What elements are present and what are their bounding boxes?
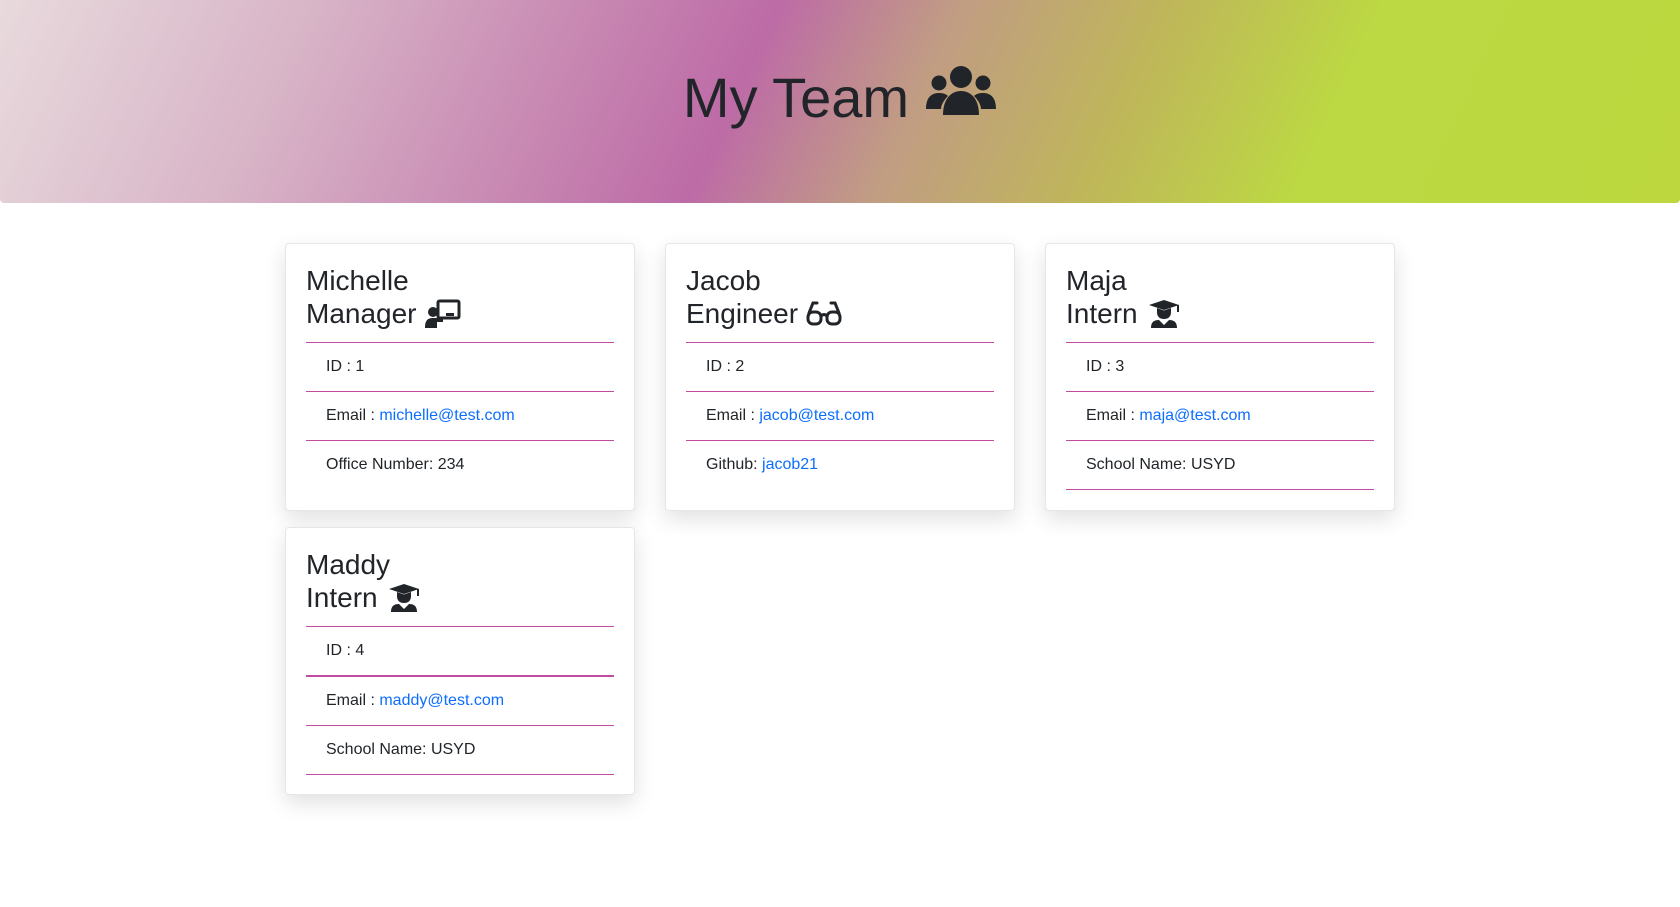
employee-card: Maddy Intern ID : 4 Email : maddy@test.c… <box>285 527 635 795</box>
role-label: Intern <box>1066 298 1138 329</box>
id-label: ID : <box>326 358 356 375</box>
employee-role: Manager <box>306 297 614 330</box>
page-header: My Team <box>0 0 1680 203</box>
graduate-icon <box>1146 299 1182 329</box>
employee-name: Jacob <box>686 265 761 296</box>
school-label: School Name: <box>326 741 431 758</box>
chalkboard-teacher-icon <box>424 299 461 329</box>
page-title-text: My Team <box>682 66 910 129</box>
employee-name: Michelle <box>306 265 409 296</box>
users-icon <box>925 63 997 132</box>
role-label: Intern <box>306 582 378 613</box>
id-value: 2 <box>735 358 745 375</box>
id-value: 3 <box>1115 358 1125 375</box>
employee-card: Maja Intern ID : 3 Email : maja@test.com <box>1045 243 1395 511</box>
employee-role: Intern <box>306 581 614 614</box>
school-label: School Name: <box>1086 456 1191 473</box>
school-value: USYD <box>430 741 476 758</box>
id-label: ID : <box>706 358 736 375</box>
employee-card: Michelle Manager ID : 1 Email : michelle… <box>285 243 635 511</box>
glasses-icon <box>806 299 842 329</box>
email-row: Email : jacob@test.com <box>686 392 994 441</box>
card-title: Maja Intern <box>1066 264 1374 343</box>
id-row: ID : 3 <box>1066 343 1374 392</box>
email-row: Email : maddy@test.com <box>306 677 614 726</box>
school-value: USYD <box>1190 456 1236 473</box>
employee-name: Maddy <box>306 549 391 580</box>
email-row: Email : michelle@test.com <box>306 392 614 441</box>
email-label: Email : <box>326 407 380 424</box>
role-label: Manager <box>306 298 417 329</box>
role-label: Engineer <box>686 298 799 329</box>
id-row: ID : 2 <box>686 343 994 392</box>
page-title: My Team <box>683 63 997 132</box>
card-title: Michelle Manager <box>306 264 614 343</box>
email-link[interactable]: maddy@test.com <box>379 692 504 709</box>
email-link[interactable]: jacob@test.com <box>759 407 874 424</box>
github-row: Github: jacob21 <box>686 441 994 489</box>
employee-name: Maja <box>1066 265 1127 296</box>
id-row: ID : 1 <box>306 343 614 392</box>
email-label: Email : <box>326 692 380 709</box>
id-label: ID : <box>326 642 356 659</box>
office-number-value: 234 <box>437 456 465 473</box>
email-link[interactable]: maja@test.com <box>1139 407 1250 424</box>
id-row: ID : 4 <box>306 627 614 677</box>
email-label: Email : <box>1086 407 1140 424</box>
email-label: Email : <box>706 407 760 424</box>
school-row: School Name: USYD <box>1066 441 1374 490</box>
employee-role: Engineer <box>686 297 994 330</box>
github-label: Github: <box>706 456 763 473</box>
office-number-label: Office Number: <box>326 456 438 473</box>
github-link[interactable]: jacob21 <box>762 456 818 473</box>
id-value: 4 <box>355 642 365 659</box>
graduate-icon <box>386 583 422 613</box>
employee-card: Jacob Engineer ID : 2 Email : jacob@test… <box>665 243 1015 511</box>
id-label: ID : <box>1086 358 1116 375</box>
employee-role: Intern <box>1066 297 1374 330</box>
school-row: School Name: USYD <box>306 726 614 775</box>
team-cards: Michelle Manager ID : 1 Email : michelle… <box>285 243 1395 795</box>
id-value: 1 <box>355 358 365 375</box>
card-title: Jacob Engineer <box>686 264 994 343</box>
email-row: Email : maja@test.com <box>1066 392 1374 441</box>
email-link[interactable]: michelle@test.com <box>379 407 514 424</box>
card-title: Maddy Intern <box>306 548 614 627</box>
office-number-row: Office Number: 234 <box>306 441 614 489</box>
